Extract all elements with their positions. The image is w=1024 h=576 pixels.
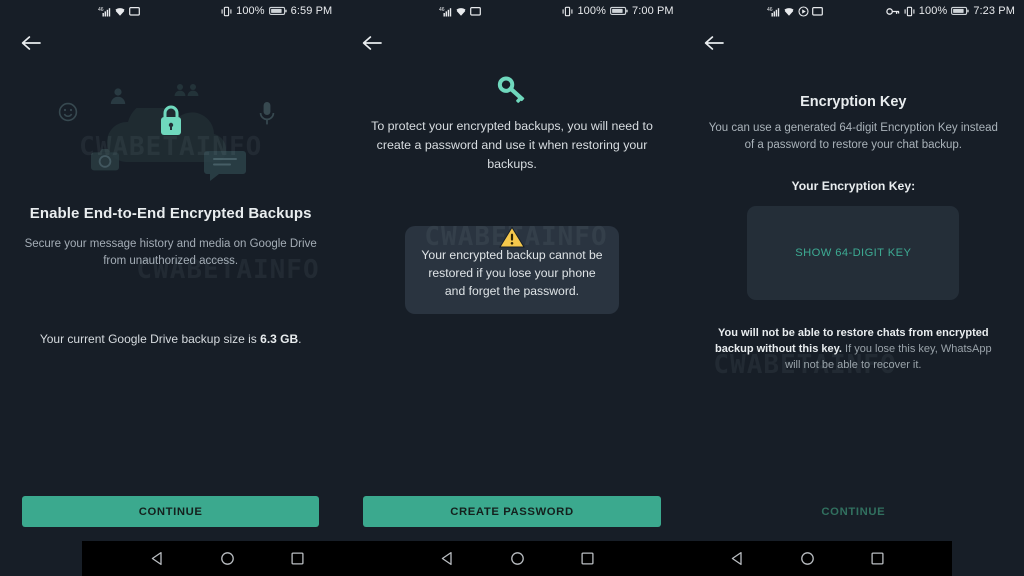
warning-triangle-icon <box>499 225 525 254</box>
back-button-1[interactable] <box>16 28 46 58</box>
svg-text:46: 46 <box>98 7 104 13</box>
warning-block: Your encrypted backup cannot be restored… <box>404 225 619 315</box>
phone-screen-3: 46 100% 7:23 PM Encryption Key You can u… <box>682 0 1024 576</box>
page-subtitle-1: Secure your message history and media on… <box>24 237 317 267</box>
page-title-1: Enable End-to-End Encrypted Backups <box>29 205 312 222</box>
phone-screen-2: 46 100% 7:00 PM To protect your encrypte… <box>341 0 683 576</box>
microphone-icon <box>259 102 274 125</box>
back-nav-icon[interactable] <box>730 551 745 566</box>
back-arrow-icon <box>21 35 41 51</box>
svg-text:46: 46 <box>767 7 773 13</box>
backup-size-prefix: Your current Google Drive backup size is <box>39 332 261 347</box>
nav-group-2 <box>372 541 662 576</box>
clock-1: 6:59 PM <box>290 5 333 17</box>
recents-nav-icon[interactable] <box>290 551 305 566</box>
signal-icon: 46 <box>767 6 780 17</box>
status-bar-3: 46 100% 7:23 PM <box>683 0 1024 22</box>
panel-2-content: To protect your encrypted backups, you w… <box>341 0 682 315</box>
nav-group-1 <box>82 541 372 576</box>
continue-button-3[interactable]: CONTINUE <box>705 496 1002 527</box>
emoji-icon <box>58 102 77 122</box>
show-key-button-label: SHOW 64-DIGIT KEY <box>795 247 912 260</box>
cast-icon <box>812 6 824 17</box>
key-warning-text: You will not be able to restore chats fr… <box>705 326 1002 374</box>
backup-size-suffix: . <box>298 332 302 347</box>
chat-bubble-icon <box>203 151 246 181</box>
battery-icon <box>268 6 287 16</box>
continue-button-1[interactable]: CONTINUE <box>22 496 320 527</box>
backup-size-note: Your current Google Drive backup size is… <box>22 331 319 348</box>
clock-3: 7:23 PM <box>973 5 1015 17</box>
android-nav-bar <box>82 541 952 576</box>
page-subtitle-3: You can use a generated 64-digit Encrypt… <box>708 122 998 151</box>
group-icon <box>174 84 199 96</box>
battery-icon <box>951 6 970 16</box>
status-bar-1: 46 100% 6:59 PM <box>0 0 341 22</box>
camera-icon <box>90 149 119 171</box>
encryption-key-label: Your Encryption Key: <box>791 179 916 194</box>
key-status-icon <box>886 6 900 17</box>
password-info-text: To protect your encrypted backups, you w… <box>371 119 653 171</box>
status-left-icons-1: 46 <box>98 6 140 17</box>
backup-illustration: CWABETAINFO <box>46 82 296 190</box>
person-icon <box>110 88 125 104</box>
nav-group-3 <box>662 541 952 576</box>
home-nav-icon[interactable] <box>510 551 525 566</box>
status-right-3: 100% 7:23 PM <box>886 0 1015 22</box>
battery-percent-3: 100% <box>918 5 948 17</box>
create-password-button[interactable]: CREATE PASSWORD <box>363 496 661 527</box>
status-right-1: 100% 6:59 PM <box>221 0 332 22</box>
recents-nav-icon[interactable] <box>580 551 595 566</box>
page-title-3: Encryption Key <box>800 94 907 110</box>
back-nav-icon[interactable] <box>150 551 165 566</box>
back-button-3[interactable] <box>699 28 729 58</box>
recents-nav-icon[interactable] <box>870 551 885 566</box>
vibrate-icon <box>221 6 232 17</box>
home-nav-icon[interactable] <box>800 551 815 566</box>
home-nav-icon[interactable] <box>220 551 235 566</box>
screenshot-root: 46 100% 6:59 PM Enable End-to-End Encryp… <box>0 0 1024 576</box>
panel-3-content: Encryption Key You can use a generated 6… <box>683 70 1024 374</box>
battery-percent-1: 100% <box>236 5 265 17</box>
back-nav-icon[interactable] <box>440 551 455 566</box>
key-icon <box>495 75 529 105</box>
vibrate-icon <box>904 6 915 17</box>
lock-icon <box>160 105 181 135</box>
panel-1-content: CWABETAINFO Enable End-to-End Encrypted … <box>0 70 341 349</box>
record-icon <box>798 5 809 17</box>
backup-size-value: 6.3 GB <box>260 332 299 347</box>
wifi-icon <box>783 6 796 17</box>
phone-screen-1: 46 100% 6:59 PM Enable End-to-End Encryp… <box>0 0 342 576</box>
signal-icon: 46 <box>98 6 111 17</box>
back-arrow-icon <box>704 35 724 51</box>
cast-icon <box>128 6 140 17</box>
status-left-icons-3: 46 <box>767 5 824 17</box>
wifi-icon <box>113 6 126 17</box>
show-key-button[interactable]: SHOW 64-DIGIT KEY <box>747 206 960 301</box>
